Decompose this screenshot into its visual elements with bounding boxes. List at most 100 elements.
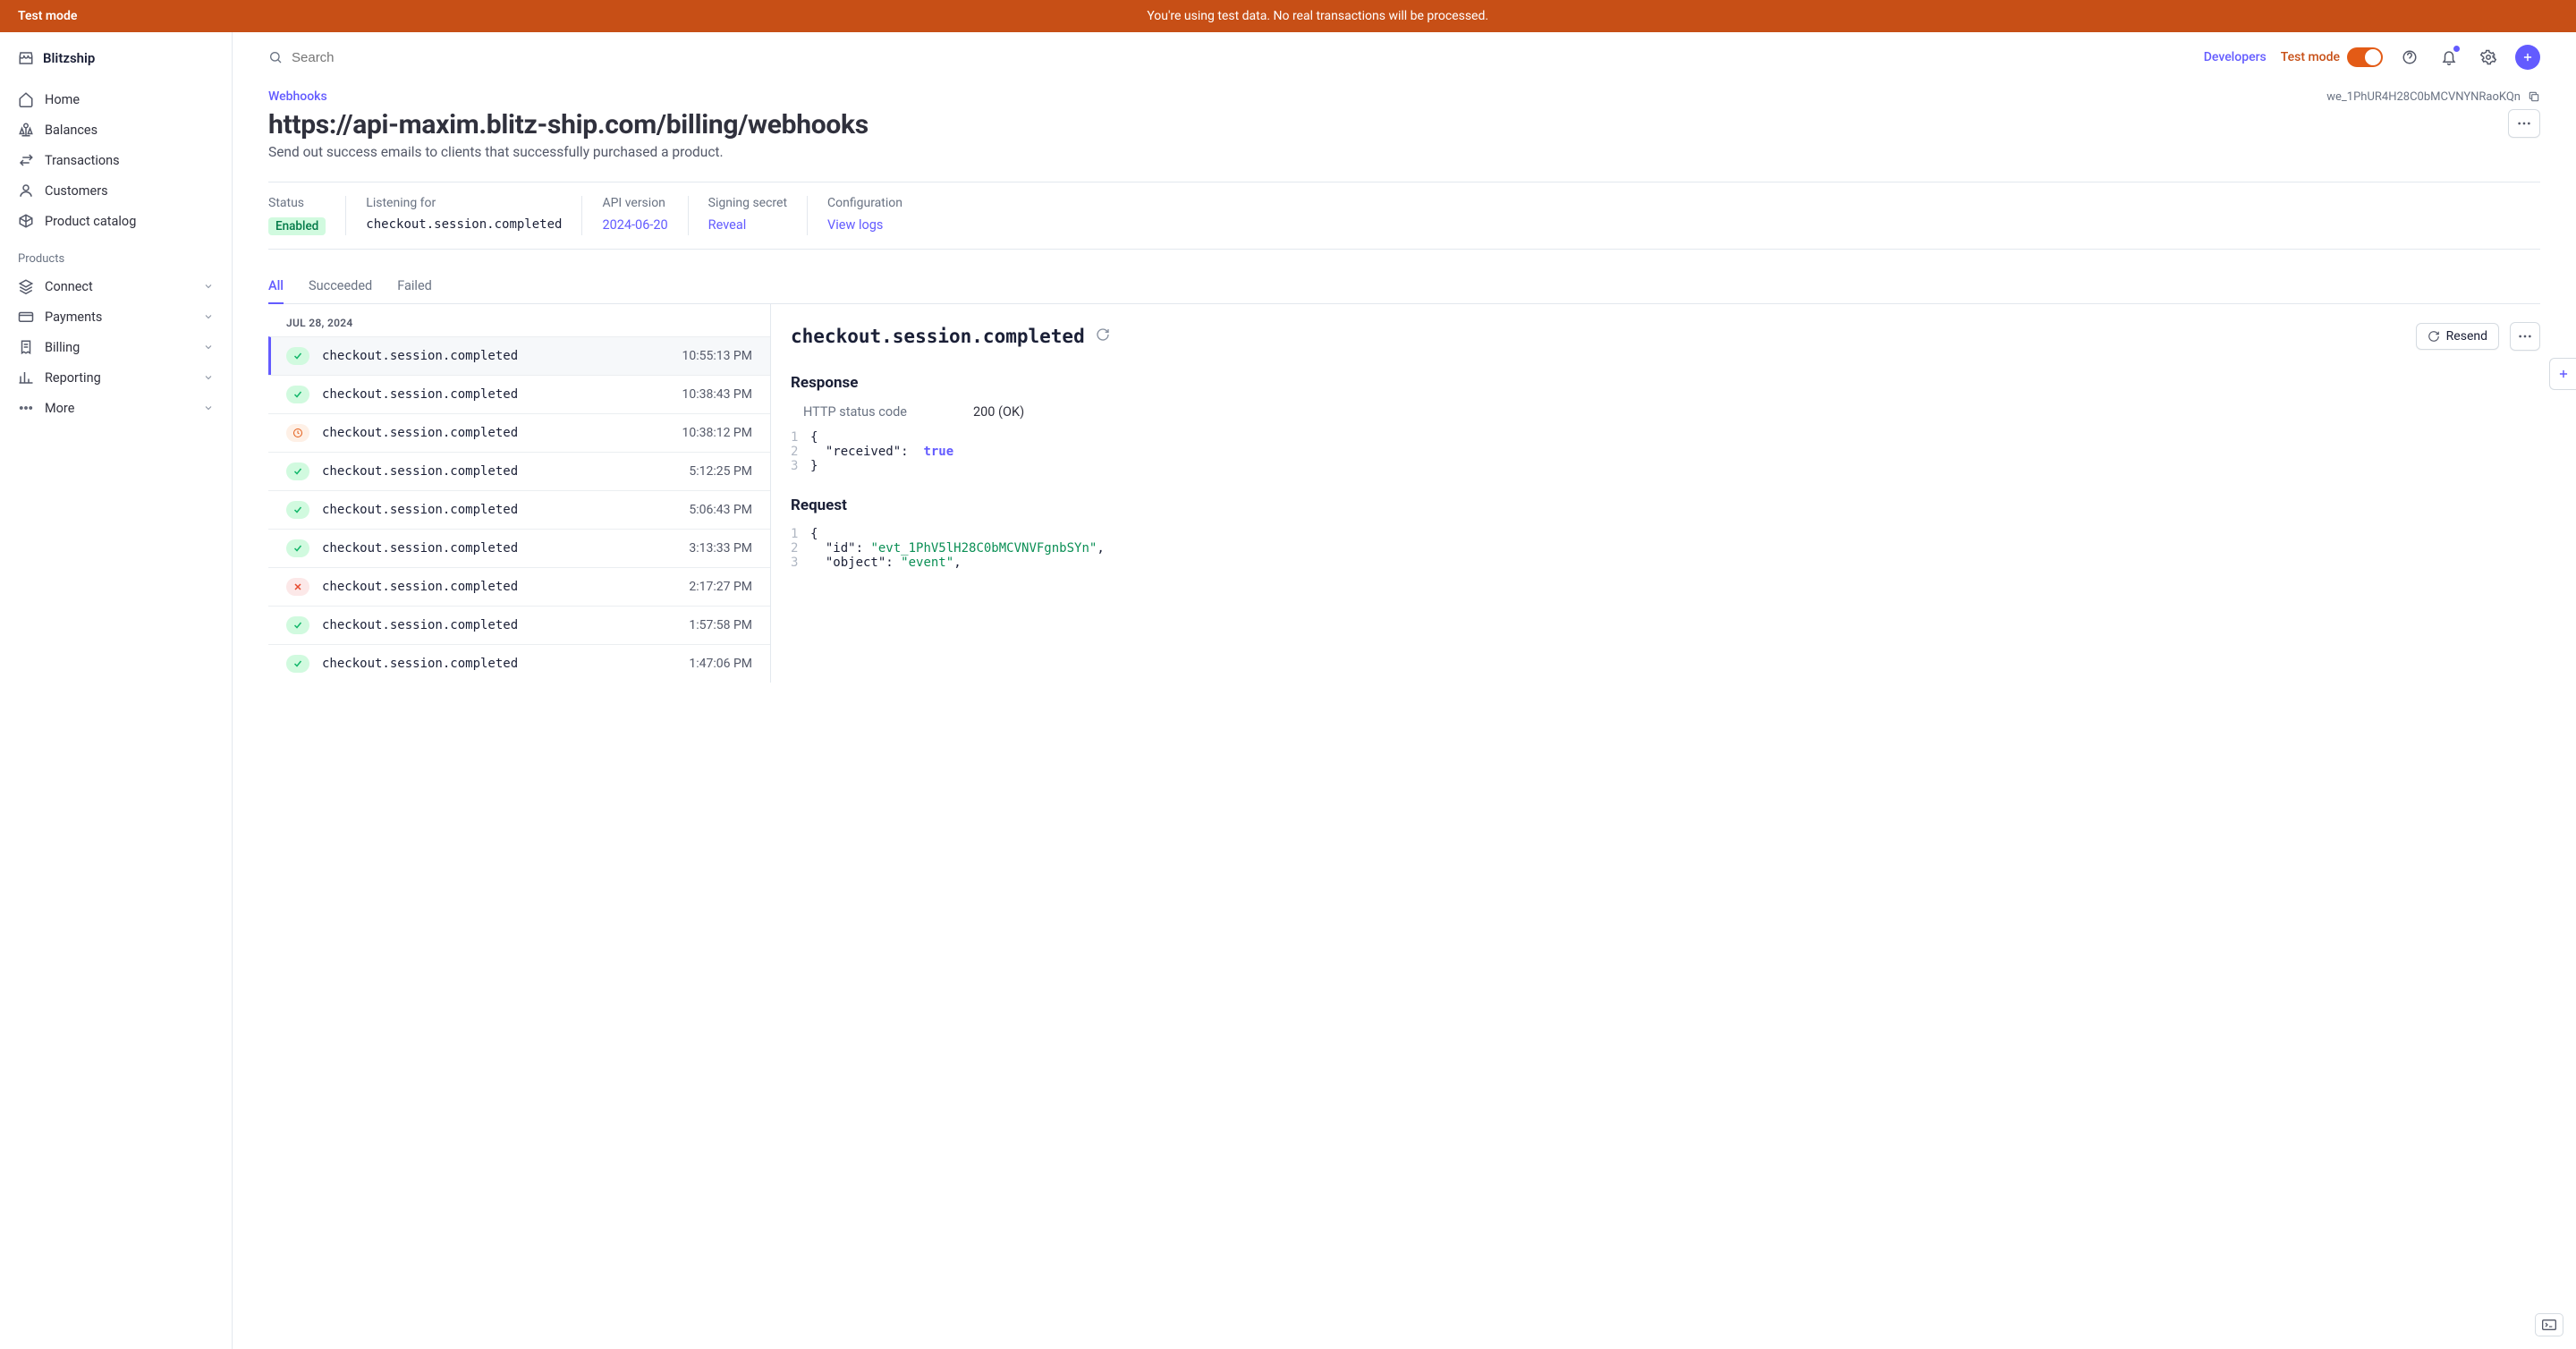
event-status-icon — [286, 655, 309, 673]
response-body: 1{ 2 "received": true 3} — [791, 430, 2540, 473]
nav-label: Payments — [45, 310, 102, 325]
event-status-icon — [286, 386, 309, 403]
event-detail: checkout.session.completed Resend — [771, 304, 2540, 683]
event-row[interactable]: checkout.session.completed1:47:06 PM — [268, 644, 770, 683]
response-heading: Response — [791, 374, 2540, 392]
catalog-icon — [18, 213, 34, 229]
stat-value: checkout.session.completed — [366, 217, 562, 232]
nav-connect[interactable]: Connect — [0, 271, 232, 301]
tab-all[interactable]: All — [268, 271, 284, 304]
breadcrumb[interactable]: Webhooks — [268, 89, 327, 104]
nav-balances[interactable]: Balances — [0, 115, 232, 145]
brand-selector[interactable]: Blitzship — [0, 47, 232, 84]
chevron-down-icon — [203, 372, 214, 383]
create-button[interactable] — [2515, 45, 2540, 70]
reporting-icon — [18, 369, 34, 386]
nav-more[interactable]: More — [0, 393, 232, 423]
test-mode-toggle[interactable] — [2347, 47, 2383, 67]
chevron-down-icon — [203, 403, 214, 413]
nav-billing[interactable]: Billing — [0, 332, 232, 362]
nav-label: Home — [45, 92, 80, 107]
event-row[interactable]: checkout.session.completed10:38:12 PM — [268, 413, 770, 452]
resend-icon — [2428, 330, 2440, 343]
detail-title: checkout.session.completed — [791, 326, 1085, 347]
test-mode-banner: Test mode You're using test data. No rea… — [0, 0, 2576, 32]
detail-overflow-button[interactable] — [2510, 322, 2540, 351]
help-button[interactable] — [2397, 45, 2422, 70]
nav-customers[interactable]: Customers — [0, 175, 232, 206]
event-time: 1:57:58 PM — [689, 618, 752, 632]
event-list: JUL 28, 2024 checkout.session.completed1… — [268, 304, 771, 683]
stat-label: Status — [268, 196, 326, 210]
plus-icon — [2521, 51, 2534, 64]
event-row[interactable]: checkout.session.completed3:13:33 PM — [268, 529, 770, 567]
event-status-icon — [286, 347, 309, 365]
resend-label: Resend — [2446, 329, 2487, 344]
nav-transactions[interactable]: Transactions — [0, 145, 232, 175]
event-row[interactable]: checkout.session.completed1:57:58 PM — [268, 606, 770, 644]
stat-api-version: API version 2024-06-20 — [582, 196, 688, 235]
event-status-icon — [286, 424, 309, 442]
nav-product-catalog[interactable]: Product catalog — [0, 206, 232, 236]
more-icon — [18, 400, 34, 416]
event-type: checkout.session.completed — [322, 541, 676, 556]
event-type: checkout.session.completed — [322, 349, 669, 363]
terminal-icon — [2542, 1319, 2556, 1330]
event-date-header: JUL 28, 2024 — [268, 304, 770, 336]
connect-icon — [18, 278, 34, 294]
dots-icon — [2518, 335, 2532, 338]
test-mode-text: Test mode — [2281, 50, 2340, 64]
tab-failed[interactable]: Failed — [397, 271, 432, 304]
developers-link[interactable]: Developers — [2204, 50, 2267, 64]
reveal-secret-link[interactable]: Reveal — [708, 217, 787, 233]
nav-home[interactable]: Home — [0, 84, 232, 115]
event-time: 5:12:25 PM — [689, 464, 752, 479]
event-status-icon — [286, 539, 309, 557]
sidebar: Blitzship Home Balances Transactions Cus… — [0, 32, 233, 1349]
event-row[interactable]: checkout.session.completed 10:55:13 PM — [268, 336, 770, 375]
api-version-link[interactable]: 2024-06-20 — [602, 217, 667, 233]
resend-button[interactable]: Resend — [2416, 323, 2499, 350]
stat-label: Configuration — [827, 196, 902, 210]
nav-label: More — [45, 401, 74, 416]
notifications-button[interactable] — [2436, 45, 2462, 70]
stats-row: Status Enabled Listening for checkout.se… — [268, 182, 2540, 250]
nav-label: Billing — [45, 340, 80, 355]
copy-icon[interactable] — [2528, 90, 2540, 103]
billing-icon — [18, 339, 34, 355]
payments-icon — [18, 309, 34, 325]
settings-button[interactable] — [2476, 45, 2501, 70]
http-status-label: HTTP status code — [803, 404, 973, 420]
search[interactable] — [268, 50, 2190, 65]
event-type: checkout.session.completed — [322, 426, 669, 440]
event-row[interactable]: checkout.session.completed5:06:43 PM — [268, 490, 770, 529]
terminal-button[interactable] — [2535, 1313, 2563, 1336]
side-create-button[interactable] — [2549, 358, 2576, 390]
event-row[interactable]: checkout.session.completed2:17:27 PM — [268, 567, 770, 606]
store-icon — [18, 50, 34, 66]
event-status-icon — [286, 578, 309, 596]
tab-succeeded[interactable]: Succeeded — [309, 271, 372, 304]
stat-listening: Listening for checkout.session.completed — [346, 196, 582, 235]
nav-payments[interactable]: Payments — [0, 301, 232, 332]
nav-section-products: Products — [0, 236, 232, 271]
nav-label: Transactions — [45, 153, 120, 168]
nav-label: Balances — [45, 123, 97, 138]
refresh-button[interactable] — [1096, 327, 1110, 345]
test-mode-label: Test mode — [18, 9, 77, 23]
view-logs-link[interactable]: View logs — [827, 217, 902, 233]
test-mode-toggle-group: Test mode — [2281, 47, 2383, 67]
stat-label: Listening for — [366, 196, 562, 210]
chevron-down-icon — [203, 281, 214, 292]
event-time: 10:55:13 PM — [682, 349, 752, 363]
stat-label: Signing secret — [708, 196, 787, 210]
stat-signing-secret: Signing secret Reveal — [689, 196, 808, 235]
request-heading: Request — [791, 496, 2540, 514]
brand-name: Blitzship — [43, 50, 95, 66]
event-row[interactable]: checkout.session.completed10:38:43 PM — [268, 375, 770, 413]
event-row[interactable]: checkout.session.completed5:12:25 PM — [268, 452, 770, 490]
stat-status: Status Enabled — [268, 196, 346, 235]
overflow-button[interactable] — [2508, 109, 2540, 138]
search-input[interactable] — [292, 50, 470, 65]
nav-reporting[interactable]: Reporting — [0, 362, 232, 393]
